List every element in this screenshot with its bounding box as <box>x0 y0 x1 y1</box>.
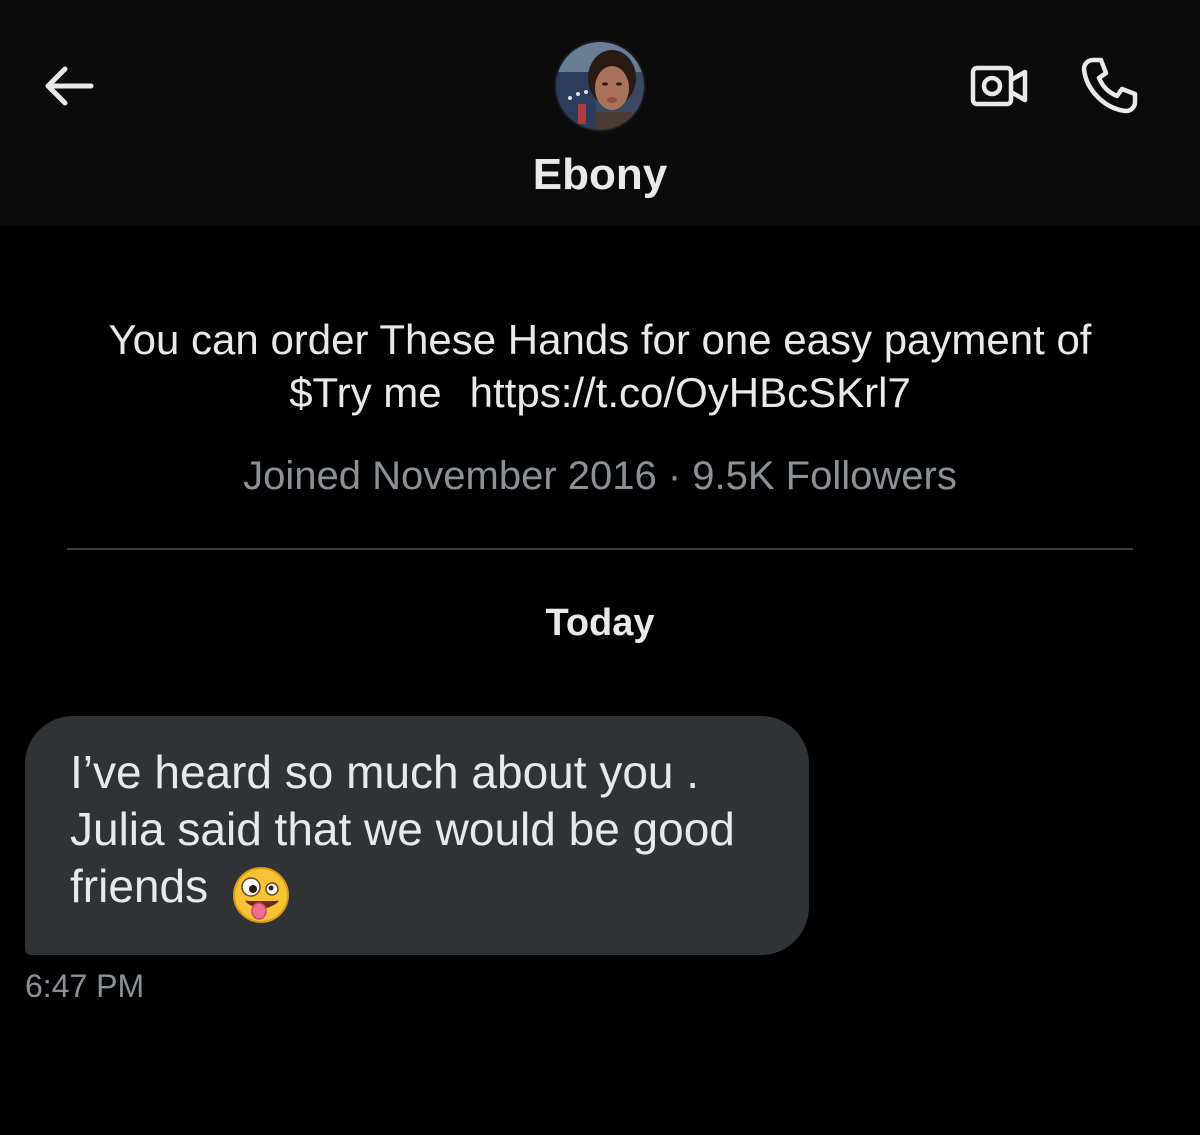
video-call-button[interactable] <box>964 56 1034 116</box>
message-text: I’ve heard so much about you . Julia sai… <box>70 746 735 912</box>
bio-line-1: You can order These Hands for one easy p… <box>108 316 1092 363</box>
voice-call-button[interactable] <box>1074 52 1144 118</box>
message-bubble[interactable]: I’ve heard so much about you . Julia sai… <box>25 716 809 955</box>
phone-icon <box>1081 57 1138 114</box>
bio-line-2: $Try me https://t.co/OyHBcSKrl7 <box>60 366 1140 419</box>
message-timestamp: 6:47 PM <box>25 968 145 1004</box>
profile-meta: Joined November 2016 · 9.5K Followers <box>243 454 957 498</box>
divider <box>67 548 1133 550</box>
zany-face-emoji <box>233 867 289 923</box>
avatar[interactable] <box>554 40 646 132</box>
bio-link[interactable]: https://t.co/OyHBcSKrl7 <box>470 369 911 416</box>
back-arrow-icon <box>45 66 94 106</box>
back-button[interactable] <box>36 56 100 116</box>
profile-bio: You can order These Hands for one easy p… <box>60 313 1140 419</box>
bio-text: $Try me <box>289 369 442 416</box>
profile-photo <box>556 42 644 130</box>
conversation-header: Ebony <box>0 0 1200 226</box>
day-separator: Today <box>545 602 655 644</box>
video-camera-icon <box>970 65 1028 107</box>
contact-name[interactable]: Ebony <box>0 150 1200 200</box>
